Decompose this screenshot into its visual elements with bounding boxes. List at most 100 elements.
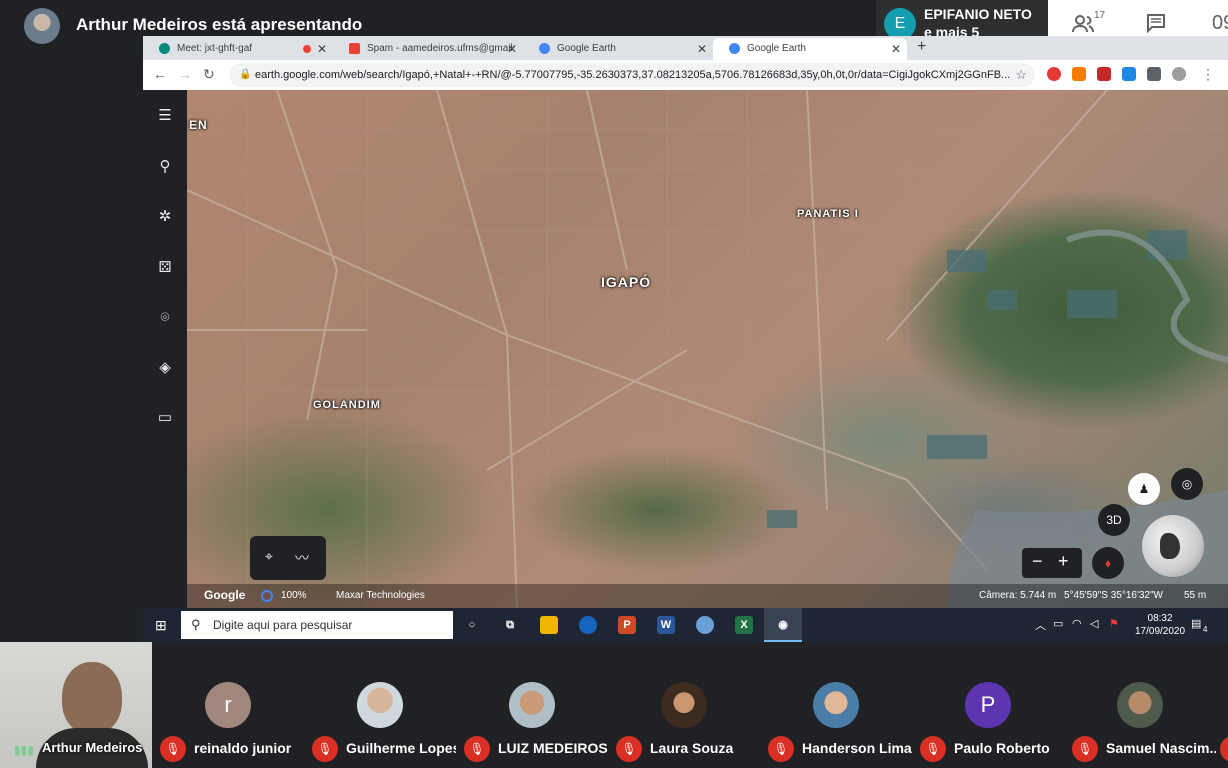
mic-off-icon: 🎙 <box>160 736 186 762</box>
menu-icon[interactable]: ☰ <box>155 106 175 126</box>
bookmark-star-icon[interactable]: ☆ <box>1015 63 1027 87</box>
random-dice-icon[interactable]: ⚄ <box>155 258 175 278</box>
participant-tile[interactable]: r 🎙 reinaldo junior <box>152 642 304 768</box>
users-app-icon[interactable] <box>696 616 714 634</box>
measure-tools: ⌖ 〰 <box>250 536 326 580</box>
close-tab-icon[interactable]: ✕ <box>507 38 517 60</box>
screen: Arthur Medeiros está apresentando E EPIF… <box>0 0 1228 768</box>
forward-icon[interactable]: → <box>178 66 192 82</box>
zoom-out-icon[interactable]: − <box>1032 551 1043 572</box>
volume-icon[interactable]: ◁ <box>1090 617 1098 630</box>
pdf-extension-icon[interactable] <box>1097 67 1111 81</box>
people-icon <box>1072 15 1094 33</box>
opera-extension-icon[interactable] <box>1047 67 1061 81</box>
reload-icon[interactable]: ↻ <box>203 66 215 83</box>
cortana-icon[interactable]: ○ <box>463 616 481 634</box>
tab-earth-1[interactable]: Google Earth ✕ <box>523 38 713 60</box>
tray-chevron-icon[interactable]: ︿ <box>1035 617 1046 633</box>
path-icon[interactable]: 〰 <box>295 548 309 568</box>
powerpoint-icon[interactable]: P <box>618 616 636 634</box>
participant-avatar <box>357 682 403 728</box>
back-icon[interactable]: ← <box>153 66 167 82</box>
participant-tile[interactable]: 🎙 Guilherme Lopes <box>304 642 456 768</box>
mic-off-icon: 🎙 <box>464 736 490 762</box>
presenter-avatar <box>24 8 60 44</box>
participant-name: Laura Souza <box>650 740 734 756</box>
participant-tile[interactable]: 🎙 LUIZ MEDEIROS <box>456 642 608 768</box>
excel-icon[interactable]: X <box>735 616 753 634</box>
participant-name: reinaldo junior <box>194 740 292 756</box>
camera-altitude: Câmera: 5.744 m <box>979 590 1057 601</box>
participant-name: Guilherme Lopes <box>346 740 456 756</box>
word-icon[interactable]: W <box>657 616 675 634</box>
imagery-credit[interactable]: Maxar Technologies <box>336 590 425 601</box>
pegman-button[interactable]: ♟ <box>1128 473 1160 505</box>
toggle-3d-button[interactable]: 3D <box>1098 504 1130 536</box>
battery-icon[interactable]: ▭ <box>1053 617 1063 630</box>
participant-tile[interactable]: 🎙 Handerson Lima <box>760 642 912 768</box>
mic-off-icon: 🎙 <box>312 736 338 762</box>
earth-sidebar: ☰ ⚲ ✲ ⚄ ⌾ ◈ ▭ <box>143 90 187 608</box>
search-icon[interactable]: ⚲ <box>155 157 175 177</box>
url-text: earth.google.com/web/search/Igapó,+Natal… <box>255 69 1011 81</box>
url-field[interactable]: 🔒 earth.google.com/web/search/Igapó,+Nat… <box>229 63 1035 87</box>
participant-name: Handerson Lima <box>802 740 912 756</box>
mic-off-icon: 🎙 <box>920 736 946 762</box>
projects-pin-icon[interactable]: ⌾ <box>155 308 175 328</box>
earth-status-bar: Google 100% Maxar Technologies Câmera: 5… <box>187 584 1228 608</box>
file-explorer-icon[interactable] <box>540 616 558 634</box>
participant-count: 17 <box>1094 10 1106 21</box>
taskbar-search[interactable]: ⚲ Digite aqui para pesquisar <box>181 611 453 639</box>
map-roads <box>187 90 1228 608</box>
antivirus-icon[interactable]: ⚑ <box>1109 617 1119 630</box>
window-extension-icon[interactable] <box>1122 67 1136 81</box>
earth-favicon-icon <box>729 43 740 54</box>
place-label-en: EN <box>189 118 208 132</box>
participant-avatar <box>1117 682 1163 728</box>
taskbar-clock[interactable]: 08:32 17/09/2020 <box>1135 612 1185 638</box>
tab-label: Spam - aamedeiros.ufms@gmail <box>367 43 513 54</box>
close-tab-icon[interactable]: ✕ <box>697 38 707 60</box>
chrome-icon[interactable]: ◉ <box>764 608 802 642</box>
participant-tile[interactable]: 🎙 Samuel Nascim... <box>1064 642 1228 768</box>
satellite-map[interactable]: EN PANATIS I IGAPÓ GOLANDIM ⌖ 〰 ♟ ◎ 3D −… <box>187 90 1228 608</box>
participant-name: Paulo Roberto <box>954 740 1050 756</box>
tab-meet[interactable]: Meet: jxt-ghft-gaf ✕ <box>143 38 333 60</box>
pegman-icon: ♟ <box>1138 482 1150 496</box>
edge-icon[interactable] <box>579 616 597 634</box>
compass-button[interactable]: ⬧ <box>1092 547 1124 579</box>
sc-extension-icon[interactable] <box>1072 67 1086 81</box>
presenter-status: Arthur Medeiros está apresentando <box>76 15 363 34</box>
task-view-icon[interactable]: ⧉ <box>501 616 519 634</box>
puzzle-extensions-icon[interactable] <box>1147 67 1161 81</box>
pin-icon[interactable]: ⌖ <box>265 548 273 565</box>
tab-gmail[interactable]: Spam - aamedeiros.ufms@gmail ✕ <box>333 38 523 60</box>
scale-readout: 55 m <box>1184 590 1207 601</box>
voyager-icon[interactable]: ✲ <box>155 207 175 227</box>
participant-avatar <box>509 682 555 728</box>
place-label-igapo: IGAPÓ <box>601 274 652 290</box>
participant-tile[interactable]: P 🎙 Paulo Roberto <box>912 642 1064 768</box>
compass-icon: ⬧ <box>1105 556 1111 570</box>
tab-label: Google Earth <box>557 43 616 54</box>
new-tab-button[interactable]: + <box>917 38 926 56</box>
windows-start-icon[interactable]: ⊞ <box>155 617 167 634</box>
my-location-button[interactable]: ◎ <box>1171 468 1203 500</box>
close-tab-icon[interactable]: ✕ <box>891 38 901 60</box>
menu-dots-icon[interactable]: ⋮ <box>1201 66 1215 83</box>
chat-button[interactable] <box>1146 13 1166 38</box>
tab-earth-2[interactable]: Google Earth ✕ <box>713 38 907 60</box>
participant-tile[interactable]: 🎙 Laura Souza <box>608 642 760 768</box>
browser-window: Meet: jxt-ghft-gaf ✕ Spam - aamedeiros.u… <box>143 36 1228 608</box>
participant-name: LUIZ MEDEIROS <box>498 740 608 756</box>
zoom-in-icon[interactable]: + <box>1058 551 1069 572</box>
ruler-icon[interactable]: ▭ <box>155 408 175 428</box>
action-center-icon[interactable]: ▤ <box>1191 617 1201 630</box>
wifi-icon[interactable]: ◠ <box>1072 617 1082 630</box>
globe-minimap[interactable] <box>1142 515 1204 577</box>
close-tab-icon[interactable]: ✕ <box>317 38 327 60</box>
profile-avatar[interactable] <box>1172 67 1186 81</box>
self-video-tile[interactable]: ▮▮▮ Arthur Medeiros <box>0 642 152 768</box>
participant-tile-partial[interactable]: 🎙 <box>1216 642 1228 768</box>
layers-icon[interactable]: ◈ <box>155 358 175 378</box>
